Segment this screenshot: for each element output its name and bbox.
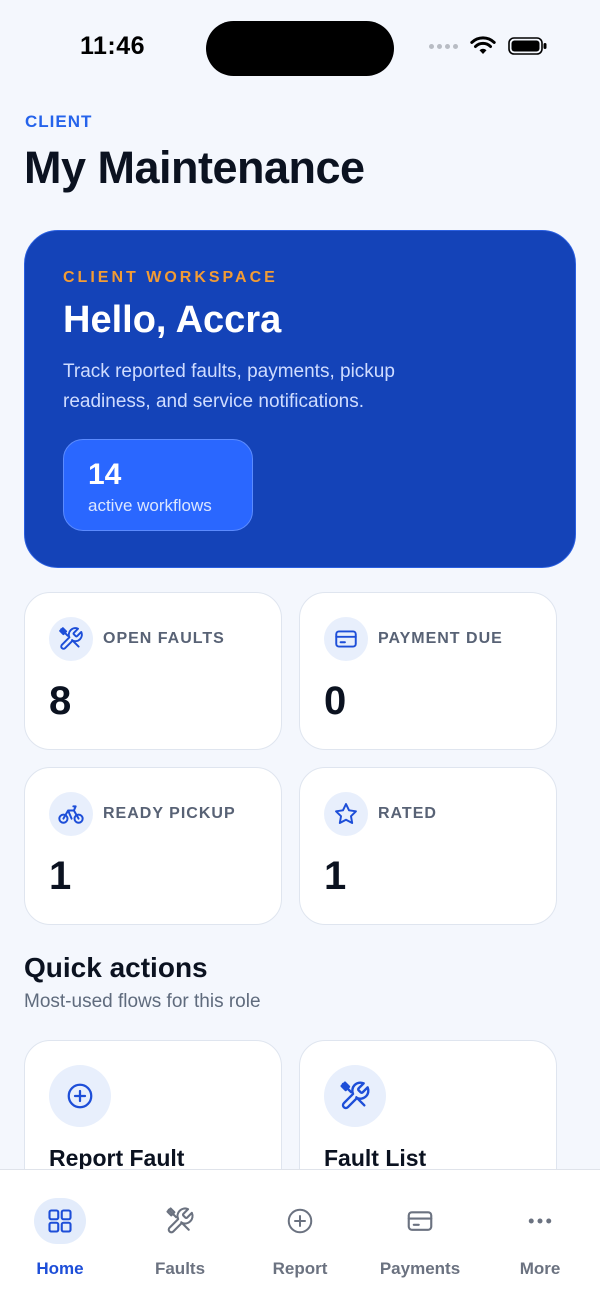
stat-value: 1 — [49, 854, 72, 898]
tab-more[interactable]: More — [480, 1170, 600, 1299]
stat-label: READY PICKUP — [103, 805, 236, 822]
tab-label: Payments — [379, 1259, 461, 1278]
hero-greeting: Hello, Accra — [63, 299, 282, 341]
tools-icon — [154, 1198, 206, 1244]
active-workflows-badge[interactable]: 14 active workflows — [63, 439, 253, 531]
star-icon — [324, 792, 368, 836]
bicycle-icon — [49, 792, 93, 836]
action-label: Report Fault — [49, 1145, 185, 1171]
active-workflows-count: 14 — [88, 458, 122, 491]
tab-report[interactable]: Report — [240, 1170, 360, 1299]
quick-actions-subtitle: Most-used flows for this role — [24, 991, 261, 1012]
status-bar: 11:46 — [0, 0, 600, 96]
tab-label: Faults — [154, 1259, 206, 1278]
cellular-signal-icon — [429, 43, 458, 49]
quick-actions-title: Quick actions — [24, 952, 208, 983]
credit-card-icon — [394, 1198, 446, 1244]
stat-card-ready-pickup[interactable]: READY PICKUP 1 — [24, 767, 282, 925]
grid-icon — [34, 1198, 86, 1244]
action-label: Fault List — [324, 1145, 427, 1171]
screen: 11:46 CLIENT My Maintenance CLIENT WORKS… — [0, 0, 600, 1299]
plus-circle-icon — [49, 1065, 111, 1127]
stat-value: 0 — [324, 679, 347, 723]
stat-label: PAYMENT DUE — [378, 630, 503, 647]
role-label: CLIENT — [25, 112, 93, 131]
bottom-tab-bar: Home Faults Report Payments More — [0, 1169, 600, 1299]
workspace-hero-card: CLIENT WORKSPACE Hello, Accra Track repo… — [24, 230, 576, 568]
battery-icon — [508, 37, 547, 55]
stat-label: OPEN FAULTS — [103, 630, 225, 647]
credit-card-icon — [324, 617, 368, 661]
dynamic-island — [206, 21, 394, 76]
tools-icon — [49, 617, 93, 661]
stat-card-payment-due[interactable]: PAYMENT DUE 0 — [299, 592, 557, 750]
plus-circle-icon — [274, 1198, 326, 1244]
stat-card-open-faults[interactable]: OPEN FAULTS 8 — [24, 592, 282, 750]
tab-label: Report — [272, 1259, 328, 1278]
tab-label: Home — [36, 1259, 84, 1278]
hero-description: Track reported faults, payments, pickup … — [63, 361, 395, 412]
wifi-icon — [470, 36, 496, 54]
stat-label: RATED — [378, 805, 437, 822]
tab-home[interactable]: Home — [0, 1170, 120, 1299]
tab-label: More — [519, 1259, 561, 1278]
stat-card-rated[interactable]: RATED 1 — [299, 767, 557, 925]
page-title: My Maintenance — [24, 142, 365, 193]
status-time: 11:46 — [80, 32, 146, 60]
hero-eyebrow: CLIENT WORKSPACE — [63, 269, 278, 286]
more-dots-icon — [514, 1198, 566, 1244]
status-indicators — [429, 36, 548, 56]
tab-faults[interactable]: Faults — [120, 1170, 240, 1299]
tab-payments[interactable]: Payments — [360, 1170, 480, 1299]
tools-icon — [324, 1065, 386, 1127]
active-workflows-label: active workflows — [88, 496, 212, 515]
stat-value: 1 — [324, 854, 347, 898]
stat-value: 8 — [49, 679, 72, 723]
